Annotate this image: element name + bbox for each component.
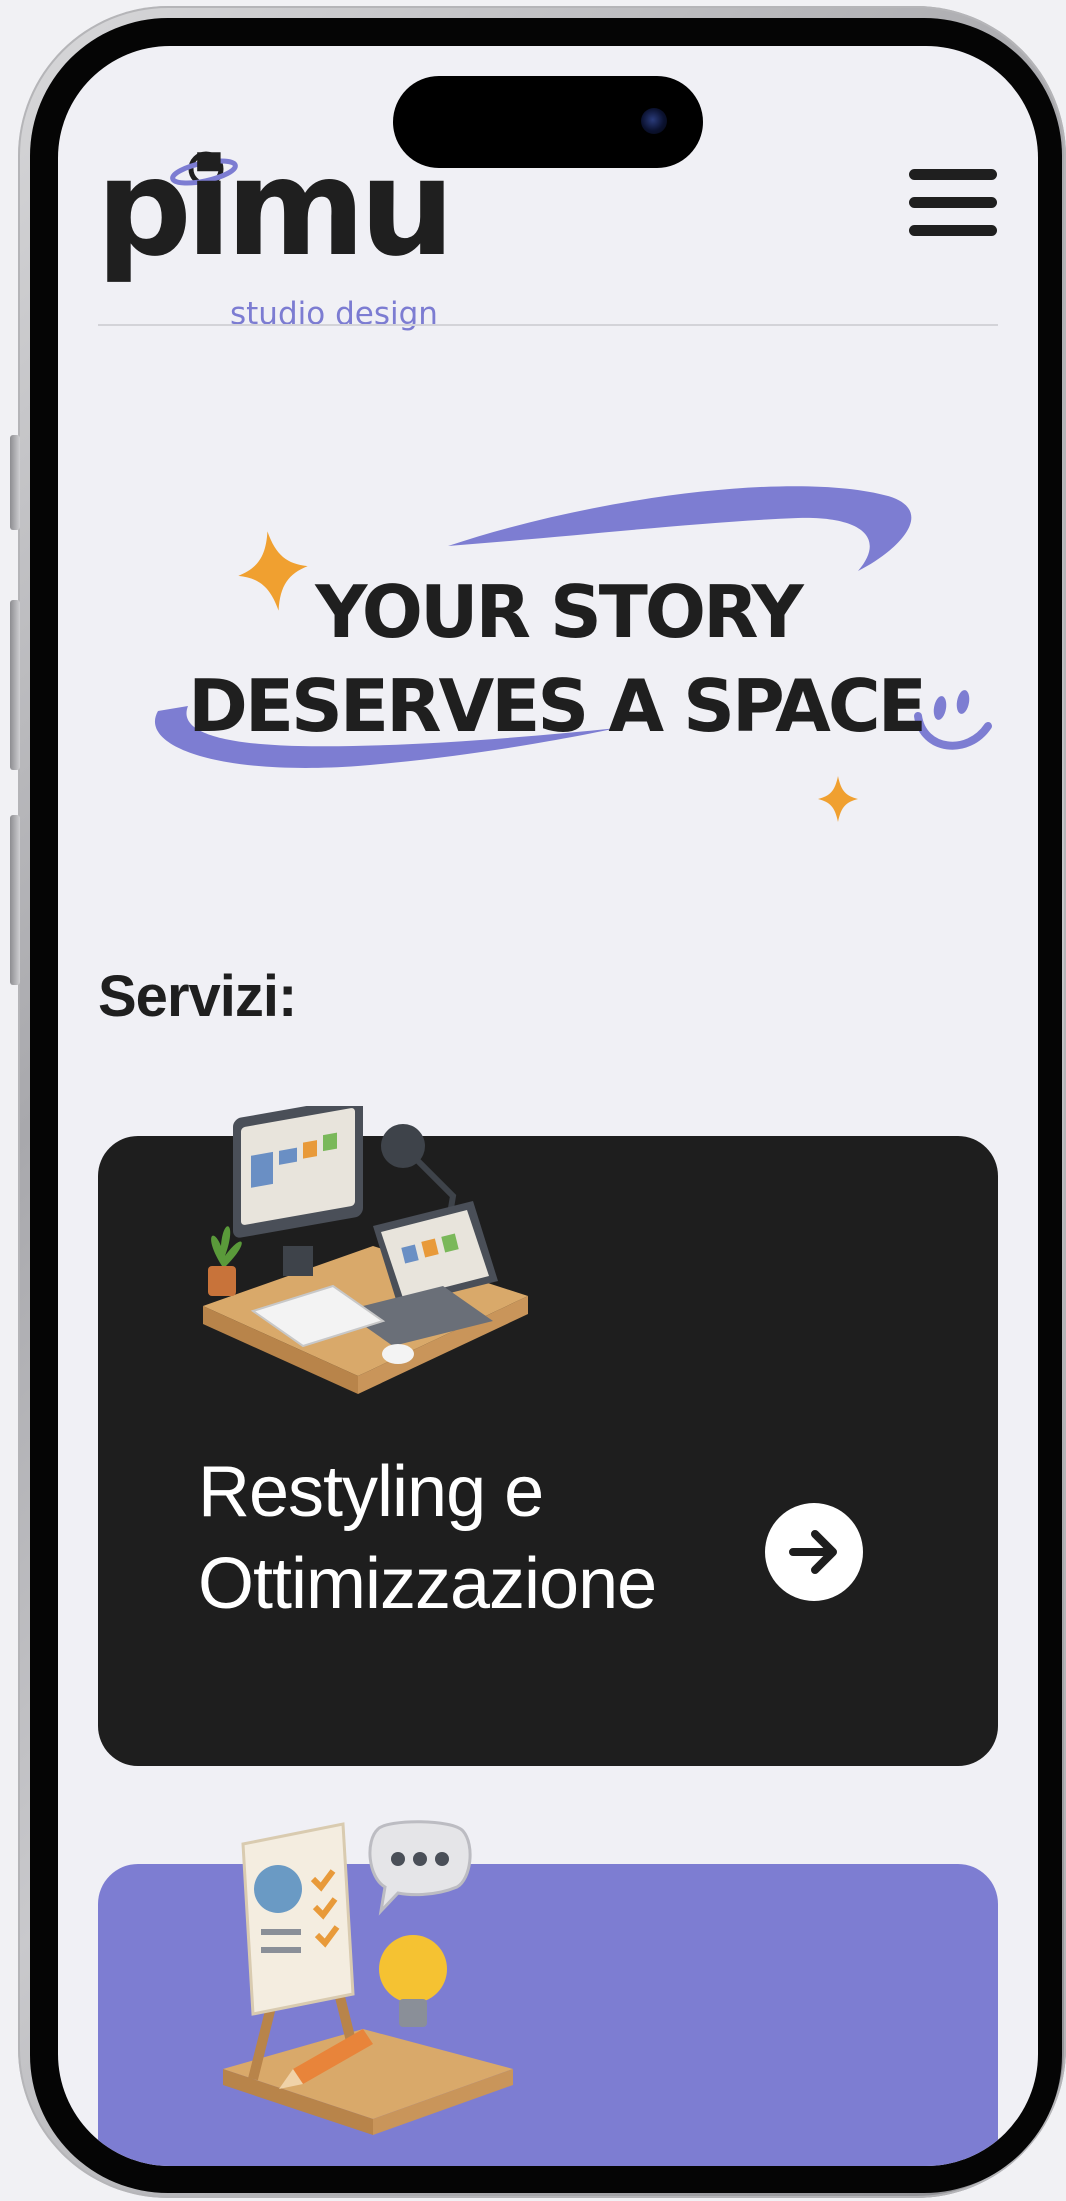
header-divider: [98, 324, 998, 326]
hero-banner: YOUR STORY DESERVES A SPACE: [98, 476, 998, 856]
front-camera-icon: [641, 108, 667, 134]
services-title: Servizi:: [98, 964, 297, 1029]
hero-headline-line2: DESERVES A SPACE: [188, 664, 927, 748]
presentation-easel-illustration: [223, 1820, 513, 2135]
volume-up-button: [10, 600, 20, 770]
arrow-right-icon[interactable]: [765, 1503, 863, 1601]
screen: pimu studio design YOUR STORY DESERVES A…: [58, 46, 1038, 2166]
service-card-title-line2: Ottimizzazione: [198, 1544, 657, 1624]
page: pimu studio design YOUR STORY DESERVES A…: [0, 0, 1066, 2201]
desk-computer-illustration: [203, 1106, 528, 1394]
hamburger-menu-icon[interactable]: [903, 161, 1003, 251]
service-card-title-line1: Restyling e: [198, 1452, 544, 1532]
hero-headline-line1: YOUR STORY: [315, 570, 804, 654]
brand-logo[interactable]: pimu studio design: [96, 101, 456, 341]
service-card-presentation[interactable]: [98, 1820, 998, 2166]
action-button: [10, 435, 20, 530]
logo-wordmark: pimu: [96, 130, 455, 286]
volume-down-button: [10, 815, 20, 985]
service-card-title: Restyling e Ottimizzazione: [198, 1446, 657, 1630]
service-card-restyling[interactable]: Restyling e Ottimizzazione: [98, 1106, 998, 1766]
